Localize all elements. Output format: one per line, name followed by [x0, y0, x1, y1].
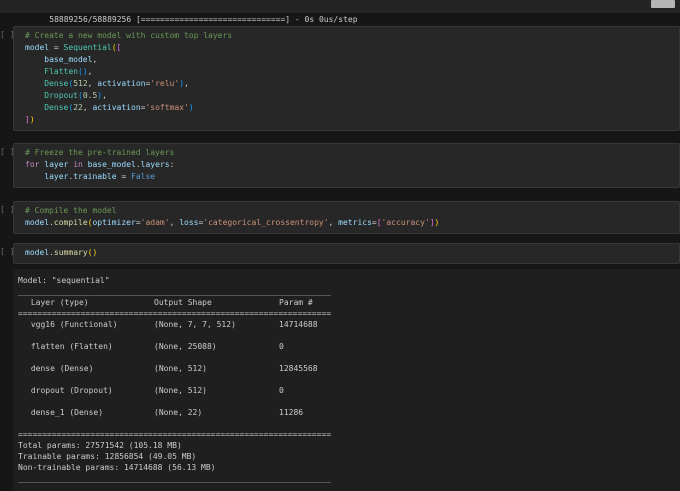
- summary-table-row: dense (Dense) (None, 512) 12845568: [18, 363, 672, 374]
- code-line: Dropout(0.5),: [44, 91, 107, 100]
- code-line: # Freeze the pre-trained layers: [25, 148, 175, 157]
- summary-cell: flatten (Flatten): [26, 342, 113, 351]
- summary-cell: (None, 512): [154, 386, 207, 395]
- summary-cell: (None, 22): [154, 408, 203, 417]
- scrollbar-thumb[interactable]: [651, 0, 675, 8]
- summary-cell: 12845568: [279, 364, 318, 373]
- summary-separator-heavy: ========================================…: [18, 430, 332, 439]
- summary-table-row: flatten (Flatten) (None, 25088) 0: [18, 341, 672, 352]
- model-title: Model: "sequential": [18, 276, 110, 285]
- trainable-params-line: Trainable params: 12856854 (49.05 MB): [18, 452, 197, 461]
- execution-count-indicator: [ ]: [0, 205, 15, 214]
- code-line: Flatten(),: [44, 67, 93, 76]
- code-cell-model-definition: [ ] # Create a new model with custom top…: [0, 26, 680, 131]
- code-cell-summary: [ ] model.summary(): [0, 243, 680, 264]
- execution-count-indicator: [ ]: [0, 147, 15, 156]
- code-line: base_model,: [44, 55, 98, 64]
- summary-table-row: vgg16 (Functional) (None, 7, 7, 512) 14714…: [18, 319, 672, 330]
- summary-separator-light: ________________________________________…: [18, 474, 332, 483]
- summary-table-header: Layer (type) Output Shape Param #: [18, 297, 672, 308]
- code-line: model.summary(): [25, 248, 98, 257]
- summary-table-row: dense_1 (Dense) (None, 22) 11286: [18, 407, 672, 418]
- summary-separator-heavy: ========================================…: [18, 309, 332, 318]
- execution-count-indicator: [ ]: [0, 30, 15, 39]
- summary-table-rows: vgg16 (Functional) (None, 7, 7, 512) 14714…: [18, 319, 672, 418]
- code-line: # Compile the model: [25, 206, 117, 215]
- code-line: Dense(22, activation='softmax'): [44, 103, 194, 112]
- summary-cell: 14714688: [279, 320, 318, 329]
- summary-cell: 0: [279, 386, 284, 395]
- summary-cell: 0: [279, 342, 284, 351]
- summary-cell: dense (Dense): [26, 364, 94, 373]
- summary-header-param-count: Param #: [279, 298, 313, 307]
- code-cell-compile: [ ] # Compile the model model.compile(opt…: [0, 201, 680, 234]
- summary-header-output-shape: Output Shape: [154, 298, 212, 307]
- code-line: layer.trainable = False: [44, 172, 156, 181]
- notebook-page: 58889256/58889256 [=====================…: [0, 0, 680, 491]
- summary-separator-light: ________________________________________…: [18, 287, 332, 296]
- summary-cell: (None, 512): [154, 364, 207, 373]
- summary-table-row: dropout (Dropout) (None, 512) 0: [18, 385, 672, 396]
- code-cell-editor[interactable]: # Create a new model with custom top lay…: [25, 30, 671, 126]
- code-line: # Create a new model with custom top lay…: [25, 31, 233, 40]
- code-cell-editor[interactable]: # Freeze the pre-trained layers for layer…: [25, 147, 671, 183]
- code-cell-freeze-layers: [ ] # Freeze the pre-trained layers for l…: [0, 143, 680, 188]
- execution-count-indicator: [ ]: [0, 247, 15, 256]
- model-summary-output: Model: "sequential" ____________________…: [13, 269, 680, 491]
- code-line: for layer in base_model.layers:: [25, 160, 175, 169]
- non-trainable-params-line: Non-trainable params: 14714688 (56.13 MB…: [18, 463, 216, 472]
- summary-cell: (None, 25088): [154, 342, 217, 351]
- code-cell-editor[interactable]: model.summary(): [25, 247, 671, 259]
- summary-cell: (None, 7, 7, 512): [154, 320, 236, 329]
- summary-header-layer-type: Layer (type): [26, 298, 89, 307]
- code-line: model = Sequential([: [25, 43, 122, 52]
- progress-text: 58889256/58889256 [=====================…: [49, 15, 358, 24]
- code-line: Dense(512, activation='relu'),: [44, 79, 189, 88]
- summary-cell: dropout (Dropout): [26, 386, 113, 395]
- summary-cell: dense_1 (Dense): [26, 408, 104, 417]
- summary-cell: 11286: [279, 408, 304, 417]
- training-progress-output: 58889256/58889256 [=====================…: [0, 0, 680, 24]
- code-line: model.compile(optimizer='adam', loss='ca…: [25, 218, 440, 227]
- total-params-line: Total params: 27571542 (105.18 MB): [18, 441, 182, 450]
- code-cell-editor[interactable]: # Compile the model model.compile(optimiz…: [25, 205, 671, 229]
- summary-cell: vgg16 (Functional): [26, 320, 118, 329]
- code-line: ]): [25, 115, 35, 124]
